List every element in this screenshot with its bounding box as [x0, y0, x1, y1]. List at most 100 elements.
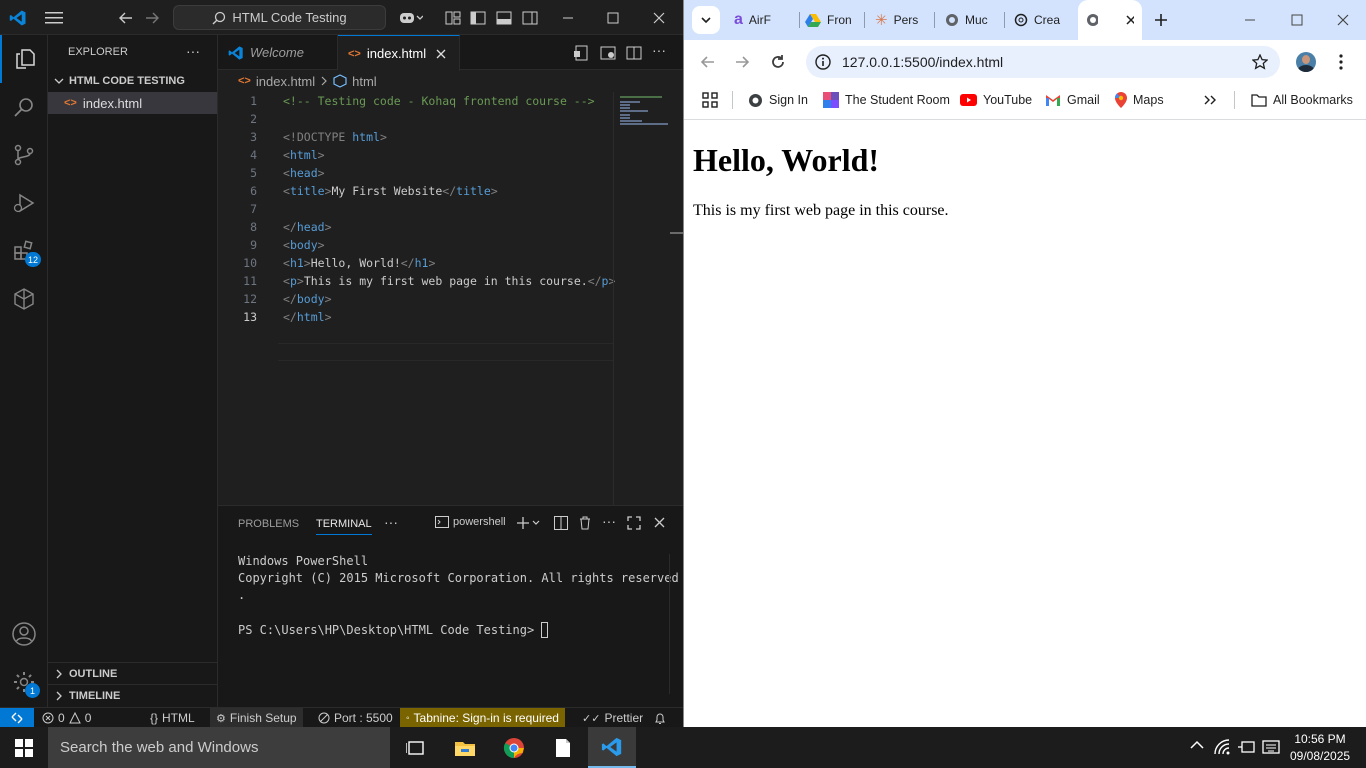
- tab-problems[interactable]: PROBLEMS: [238, 518, 299, 530]
- panel-more-icon[interactable]: ···: [384, 514, 398, 530]
- copilot-icon[interactable]: [398, 8, 424, 28]
- chrome-taskbar-icon[interactable]: [490, 727, 538, 768]
- open-changes-icon[interactable]: [600, 45, 616, 61]
- maximize-icon[interactable]: [603, 8, 623, 28]
- chevron-right-icon: [56, 669, 62, 678]
- bookmark-youtube[interactable]: YouTube: [960, 84, 1032, 116]
- bookmark-sign-in[interactable]: Sign In: [748, 84, 808, 116]
- menu-icon[interactable]: [44, 8, 64, 28]
- tab-index-html[interactable]: <> index.html: [338, 35, 460, 71]
- all-bookmarks-button[interactable]: All Bookmarks: [1251, 84, 1353, 116]
- tray-chevron-up-icon[interactable]: [1190, 740, 1204, 750]
- chrome-tab[interactable]: Crea: [1006, 6, 1076, 34]
- tab-label: Welcome: [250, 45, 304, 60]
- new-terminal-icon[interactable]: [516, 516, 540, 530]
- maximize-panel-icon[interactable]: [627, 516, 641, 530]
- windows-start-icon[interactable]: [0, 727, 48, 768]
- close-icon[interactable]: [1337, 14, 1349, 26]
- bookmark-maps[interactable]: Maps: [1115, 84, 1164, 116]
- bookmark-gmail[interactable]: Gmail: [1045, 84, 1100, 116]
- bookmark-the-student-room[interactable]: The Student Room: [823, 84, 950, 116]
- outline-header[interactable]: OUTLINE: [48, 662, 218, 684]
- explorer-icon[interactable]: [0, 35, 48, 83]
- maps-pin-icon: [1115, 92, 1127, 108]
- task-view-icon[interactable]: [392, 727, 440, 768]
- minimap[interactable]: [613, 92, 684, 505]
- chrome-tab[interactable]: ✳ Pers: [867, 6, 937, 34]
- terminal-profile[interactable]: powershell: [435, 516, 506, 528]
- notepad-document-icon[interactable]: [539, 727, 587, 768]
- breadcrumb-file[interactable]: index.html: [256, 74, 315, 89]
- chrome-tab[interactable]: Fron: [797, 6, 869, 34]
- terminal-more-icon[interactable]: ···: [602, 513, 616, 529]
- notifications-bell-icon[interactable]: [648, 708, 672, 728]
- live-server-port[interactable]: Port : 5500: [312, 708, 399, 728]
- html-file-icon: <>: [64, 97, 77, 109]
- prettier-status[interactable]: ✓✓ Prettier: [576, 708, 649, 728]
- tabnine-status[interactable]: ◦ Tabnine: Sign-in is required: [400, 708, 565, 728]
- code-editor[interactable]: 1 2 3 4 5 6 7 8 9 10 11 12 13 <!-- Testing code - Ko…: [218, 92, 615, 505]
- run-debug-icon[interactable]: [0, 179, 48, 227]
- close-panel-icon[interactable]: [654, 517, 665, 528]
- globe-icon: [1087, 14, 1098, 26]
- split-terminal-icon[interactable]: [554, 516, 568, 530]
- file-item-index-html[interactable]: <> index.html: [48, 92, 217, 114]
- tab-search-icon[interactable]: [692, 6, 720, 34]
- address-bar[interactable]: 127.0.0.1:5500/index.html: [806, 46, 1280, 78]
- split-editor-icon[interactable]: [626, 45, 642, 61]
- remote-explorer-icon[interactable]: [0, 275, 48, 323]
- minimize-icon[interactable]: [558, 8, 578, 28]
- minimize-icon[interactable]: [1244, 14, 1256, 26]
- search-icon[interactable]: [0, 83, 48, 131]
- apps-grid-icon[interactable]: [702, 84, 718, 116]
- workspace-folder-header[interactable]: HTML CODE TESTING: [48, 70, 218, 92]
- clock[interactable]: 10:56 PM 09/08/2025: [1290, 731, 1350, 765]
- keyboard-icon[interactable]: [1262, 739, 1280, 755]
- more-bookmarks-chevron-icon[interactable]: [1204, 84, 1216, 116]
- manage-gear-icon[interactable]: 1: [0, 658, 48, 706]
- toggle-sidebar-icon[interactable]: [468, 8, 488, 28]
- vscode-taskbar-icon[interactable]: [588, 727, 636, 768]
- tab-welcome[interactable]: Welcome: [218, 35, 338, 70]
- taskbar-search[interactable]: Search the web and Windows: [48, 727, 390, 768]
- forward-icon[interactable]: [734, 54, 750, 70]
- new-tab-icon[interactable]: [1154, 13, 1168, 27]
- source-control-icon[interactable]: [0, 131, 48, 179]
- file-explorer-icon[interactable]: [441, 727, 489, 768]
- battery-plug-icon[interactable]: [1238, 740, 1256, 754]
- back-icon[interactable]: [700, 54, 716, 70]
- layout-icon[interactable]: [443, 8, 463, 28]
- terminal-prompt[interactable]: PS C:\Users\HP\Desktop\HTML Code Testing…: [238, 622, 549, 638]
- more-actions-icon[interactable]: ···: [652, 42, 666, 58]
- kill-terminal-trash-icon[interactable]: [578, 516, 592, 530]
- problems-status[interactable]: 0 0: [36, 708, 97, 728]
- forward-icon[interactable]: [142, 8, 162, 28]
- close-tab-icon[interactable]: [1126, 15, 1134, 25]
- close-icon[interactable]: [649, 8, 669, 28]
- open-preview-icon[interactable]: [573, 45, 589, 61]
- language-mode[interactable]: {} HTML: [144, 708, 201, 728]
- chrome-tab[interactable]: a AirF: [726, 6, 798, 34]
- chrome-menu-icon[interactable]: [1339, 54, 1343, 70]
- maximize-icon[interactable]: [1291, 14, 1303, 26]
- finish-setup-button[interactable]: ⚙ Finish Setup: [210, 708, 303, 728]
- toggle-secondary-sidebar-icon[interactable]: [520, 8, 540, 28]
- timeline-header[interactable]: TIMELINE: [48, 684, 218, 706]
- site-info-icon[interactable]: [815, 54, 831, 70]
- chrome-tab-active[interactable]: [1078, 0, 1142, 40]
- chrome-tab[interactable]: Muc: [937, 6, 1007, 34]
- back-icon[interactable]: [116, 8, 136, 28]
- remote-indicator-icon[interactable]: [0, 708, 34, 728]
- tab-terminal[interactable]: TERMINAL: [316, 518, 372, 535]
- profile-avatar[interactable]: [1296, 52, 1316, 72]
- close-tab-icon[interactable]: [436, 49, 446, 59]
- accounts-icon[interactable]: [0, 610, 48, 658]
- breadcrumb-element[interactable]: html: [352, 74, 377, 89]
- reload-icon[interactable]: [770, 54, 786, 70]
- command-center-search[interactable]: HTML Code Testing: [173, 5, 386, 30]
- more-actions-icon[interactable]: ···: [186, 43, 200, 59]
- network-icon[interactable]: [1214, 739, 1232, 755]
- bookmark-star-icon[interactable]: [1252, 54, 1268, 70]
- toggle-panel-icon[interactable]: [494, 8, 514, 28]
- extensions-icon[interactable]: 12: [0, 227, 48, 275]
